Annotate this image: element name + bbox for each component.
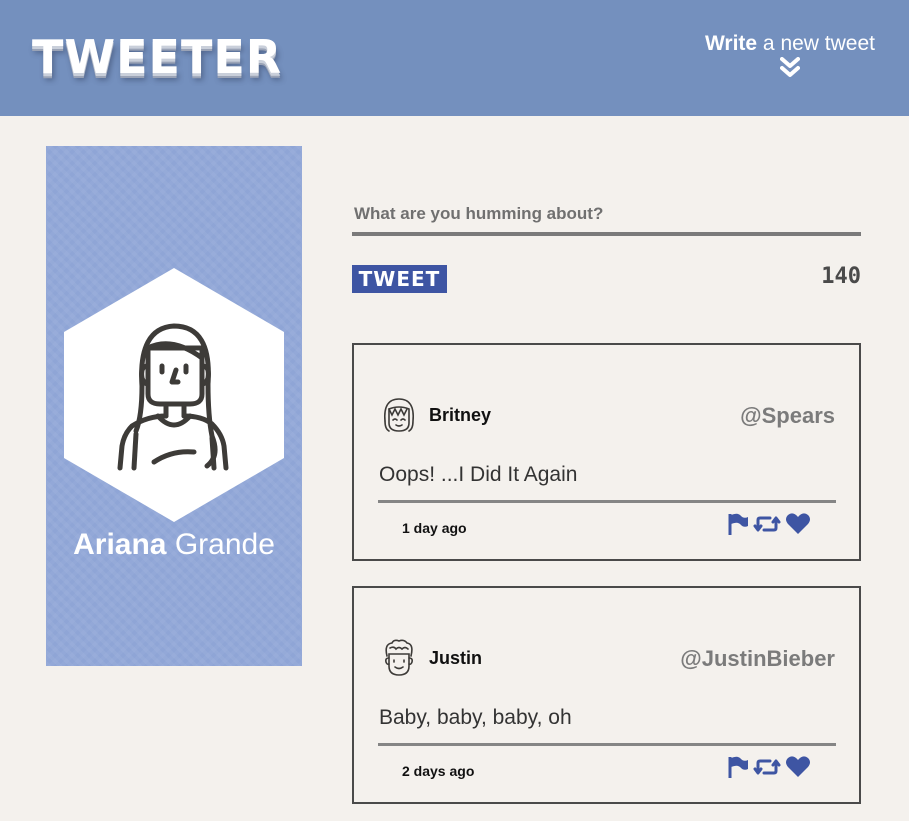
tweet-author-handle[interactable]: @JustinBieber xyxy=(680,646,835,672)
heart-icon[interactable] xyxy=(785,512,811,540)
tweet-author-handle[interactable]: @Spears xyxy=(740,403,835,429)
write-new-tweet-label[interactable]: Write a new tweet xyxy=(705,32,875,56)
woman-avatar-icon xyxy=(64,268,284,522)
retweet-icon[interactable] xyxy=(753,512,781,540)
tweet-actions xyxy=(727,755,811,783)
flag-icon[interactable] xyxy=(727,755,749,783)
profile-card: Ariana Grande xyxy=(46,146,302,666)
tweet-divider xyxy=(378,500,836,503)
app-header: TWEETER Write a new tweet xyxy=(0,0,909,116)
tweet-card: Justin @JustinBieber Baby, baby, baby, o… xyxy=(352,586,861,804)
heart-icon[interactable] xyxy=(785,755,811,783)
tweet-author-name[interactable]: Justin xyxy=(429,648,482,669)
tweet-text: Oops! ...I Did It Again xyxy=(379,463,578,486)
tweet-compose-input[interactable] xyxy=(352,196,861,236)
tweet-card: Britney @Spears Oops! ...I Did It Again … xyxy=(352,343,861,561)
app-logo[interactable]: TWEETER xyxy=(32,30,282,84)
tweet-author-name[interactable]: Britney xyxy=(429,405,491,426)
tweet-button[interactable]: TWEET xyxy=(352,265,447,293)
flag-icon[interactable] xyxy=(727,512,749,540)
tweet-actions xyxy=(727,512,811,540)
girl-avatar-icon xyxy=(383,398,415,432)
tweet-divider xyxy=(378,743,836,746)
profile-name: Ariana Grande xyxy=(73,528,275,561)
write-new-tweet-toggle[interactable]: Write a new tweet xyxy=(705,32,875,79)
tweet-timestamp: 2 days ago xyxy=(402,763,475,779)
tweet-text: Baby, baby, baby, oh xyxy=(379,706,572,729)
character-counter: 140 xyxy=(821,264,861,289)
tweet-timestamp: 1 day ago xyxy=(402,520,467,536)
boy-avatar-icon xyxy=(385,639,413,676)
retweet-icon[interactable] xyxy=(753,755,781,783)
double-chevron-down-icon[interactable] xyxy=(779,57,800,79)
